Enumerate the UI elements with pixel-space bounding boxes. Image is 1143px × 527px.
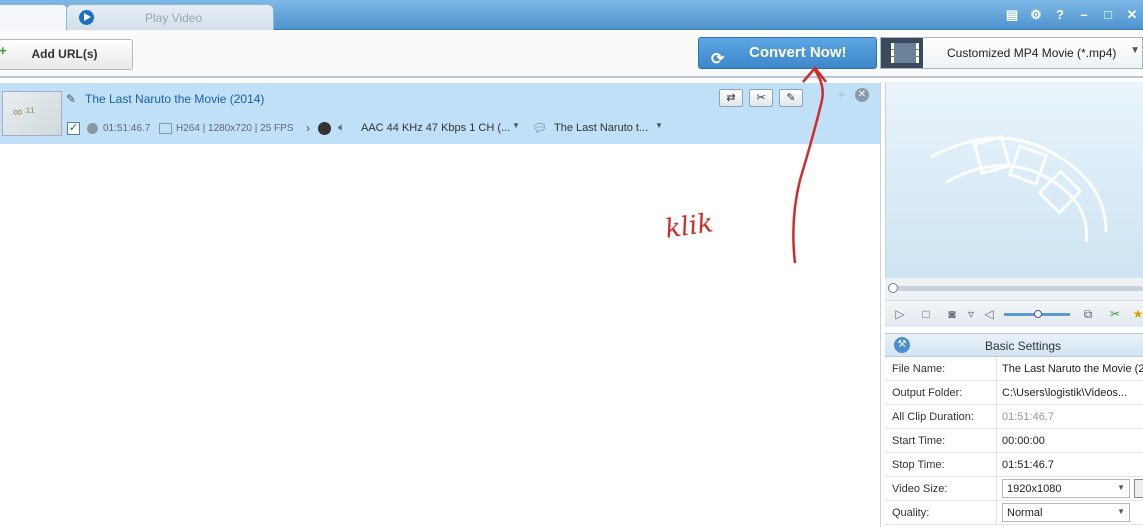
quality-select[interactable]: Normal ▼: [1002, 503, 1130, 522]
effects-wand-button[interactable]: ✎: [779, 89, 803, 107]
file-row[interactable]: ✎ The Last Naruto the Movie (2014) ✓ 01:…: [0, 83, 880, 144]
quality-value: Normal: [1007, 507, 1043, 519]
close-icon[interactable]: ✕: [1121, 5, 1143, 25]
quality-cell: Normal ▼: [996, 501, 1143, 524]
video-thumbnail: [2, 91, 62, 136]
clip-duration-value: 01:51:46.7: [1002, 411, 1054, 423]
chevron-down-icon: ▼: [1117, 483, 1125, 492]
window-controls: ▤ ⚙ ? – □ ✕: [1001, 5, 1143, 25]
video-size-cell: 1920x1080 ▼: [996, 477, 1143, 500]
convert-now-label: Convert Now!: [749, 44, 847, 61]
clip-duration-field: 01:51:46.7: [996, 405, 1143, 428]
edit-pencil-icon[interactable]: ✎: [66, 92, 76, 106]
film-strip-icon: [881, 38, 923, 68]
file-name-value[interactable]: The Last Naruto the Movie (2: [1002, 363, 1143, 375]
start-time-field[interactable]: 00:00:00: [996, 429, 1143, 452]
audio-track-select[interactable]: AAC 44 KHz 47 Kbps 1 CH (...: [361, 122, 510, 134]
add-url-label: Add URL(s): [31, 47, 98, 61]
cut-scissors-button[interactable]: ✂: [749, 89, 773, 107]
stop-icon[interactable]: □: [918, 306, 934, 322]
minimize-icon[interactable]: –: [1073, 5, 1095, 25]
film-reel-icon: [318, 122, 331, 135]
title-bar: Play Video ▤ ⚙ ? – □ ✕: [0, 0, 1143, 30]
film-strip-illustration: [930, 135, 1108, 243]
remove-icon[interactable]: ✕: [855, 88, 869, 102]
file-name-field[interactable]: The Last Naruto the Movie (2: [996, 357, 1143, 380]
play-icon: [79, 10, 94, 25]
stop-time-field[interactable]: 01:51:46.7: [996, 453, 1143, 476]
volume-knob[interactable]: [1034, 310, 1042, 318]
setting-label: Quality:: [892, 507, 930, 519]
tab-play-video[interactable]: Play Video: [66, 4, 274, 30]
setting-label: Video Size:: [892, 483, 948, 495]
play-icon[interactable]: ▷: [892, 306, 908, 322]
subtitle-select[interactable]: The Last Naruto t...: [554, 122, 648, 134]
clock-icon: [87, 123, 98, 134]
video-size-value: 1920x1080: [1007, 483, 1062, 495]
setting-start-time: Start Time: 00:00:00: [885, 429, 1143, 453]
setting-clip-duration: All Clip Duration: 01:51:46.7: [885, 405, 1143, 429]
basic-settings-title: Basic Settings: [985, 339, 1062, 353]
setting-quality: Quality: Normal ▼: [885, 501, 1143, 525]
tab-convert[interactable]: [0, 4, 68, 30]
setting-label: All Clip Duration:: [892, 411, 974, 423]
setting-output-folder: Output Folder: C:\Users\logistik\Videos.…: [885, 381, 1143, 405]
file-checkbox[interactable]: ✓: [67, 122, 80, 135]
video-info: H264 | 1280x720 | 25 FPS: [176, 123, 294, 134]
add-icon[interactable]: +: [838, 87, 846, 102]
subtitle-dropdown-icon[interactable]: ▼: [655, 121, 663, 130]
setting-label: Stop Time:: [892, 459, 945, 471]
setting-video-size: Video Size: 1920x1080 ▼: [885, 477, 1143, 501]
file-duration: 01:51:46.7: [103, 123, 151, 134]
star-icon[interactable]: ★: [1130, 306, 1143, 322]
output-profile-select[interactable]: Customized MP4 Movie (*.mp4) ▼: [880, 37, 1143, 69]
snapshot-dropdown-icon[interactable]: ▿: [963, 306, 979, 322]
snapshot-camera-icon[interactable]: ◙: [944, 306, 960, 322]
output-profile-label: Customized MP4 Movie (*.mp4): [947, 46, 1117, 60]
help-icon[interactable]: ?: [1049, 5, 1071, 25]
speaker-icon: 🔈︎: [338, 120, 346, 134]
plus-icon: +: [0, 43, 7, 58]
wrench-icon: ⚒: [894, 337, 910, 353]
playback-controls: ▷ □ ◙ ▿ ◁ ⧉ ✂ ★: [885, 300, 1143, 327]
chevron-down-icon: ▼: [1117, 507, 1125, 516]
seek-track[interactable]: [891, 286, 1143, 291]
video-preview: [885, 82, 1143, 278]
settings-gear-icon[interactable]: ⚙: [1025, 5, 1047, 25]
convert-refresh-icon: ⟳: [711, 51, 725, 68]
output-folder-value[interactable]: C:\Users\logistik\Videos...: [1002, 387, 1127, 399]
video-size-gear-icon[interactable]: [1134, 479, 1143, 498]
start-time-value[interactable]: 00:00:00: [1002, 435, 1045, 447]
trim-scissors-icon[interactable]: ✂: [1107, 306, 1123, 322]
menu-icon[interactable]: ▤: [1001, 5, 1023, 25]
main-toolbar: + Add URL(s) ⟳ Convert Now! Customized M…: [0, 30, 1143, 78]
seek-bar[interactable]: [885, 278, 1143, 300]
chevron-down-icon: ▼: [1130, 45, 1140, 56]
volume-slider[interactable]: [1004, 310, 1070, 318]
convert-row-button[interactable]: ⇄: [719, 89, 743, 107]
audio-dropdown-icon[interactable]: ▼: [512, 121, 520, 130]
convert-now-button[interactable]: ⟳ Convert Now!: [698, 37, 877, 69]
video-film-icon: [159, 123, 172, 134]
setting-label: File Name:: [892, 363, 946, 375]
output-folder-field[interactable]: C:\Users\logistik\Videos...: [996, 381, 1143, 404]
setting-stop-time: Stop Time: 01:51:46.7: [885, 453, 1143, 477]
tab-play-video-label: Play Video: [145, 11, 203, 25]
stop-time-value[interactable]: 01:51:46.7: [1002, 459, 1054, 471]
file-list: ✎ The Last Naruto the Movie (2014) ✓ 01:…: [0, 82, 881, 527]
volume-icon[interactable]: ◁: [981, 306, 997, 322]
maximize-icon[interactable]: □: [1097, 5, 1119, 25]
add-url-button[interactable]: + Add URL(s): [0, 39, 133, 70]
compare-icon[interactable]: ⧉: [1080, 306, 1096, 322]
seek-knob[interactable]: [888, 283, 898, 293]
video-size-select[interactable]: 1920x1080 ▼: [1002, 479, 1130, 498]
expand-chevron-icon[interactable]: ›: [306, 121, 310, 135]
file-title[interactable]: The Last Naruto the Movie (2014): [85, 92, 264, 106]
setting-file-name: File Name: The Last Naruto the Movie (2: [885, 357, 1143, 381]
subtitle-bubble-icon: 💬︎: [532, 121, 548, 135]
setting-label: Output Folder:: [892, 387, 963, 399]
basic-settings-header: ⚒ Basic Settings: [885, 333, 1143, 357]
setting-label: Start Time:: [892, 435, 946, 447]
